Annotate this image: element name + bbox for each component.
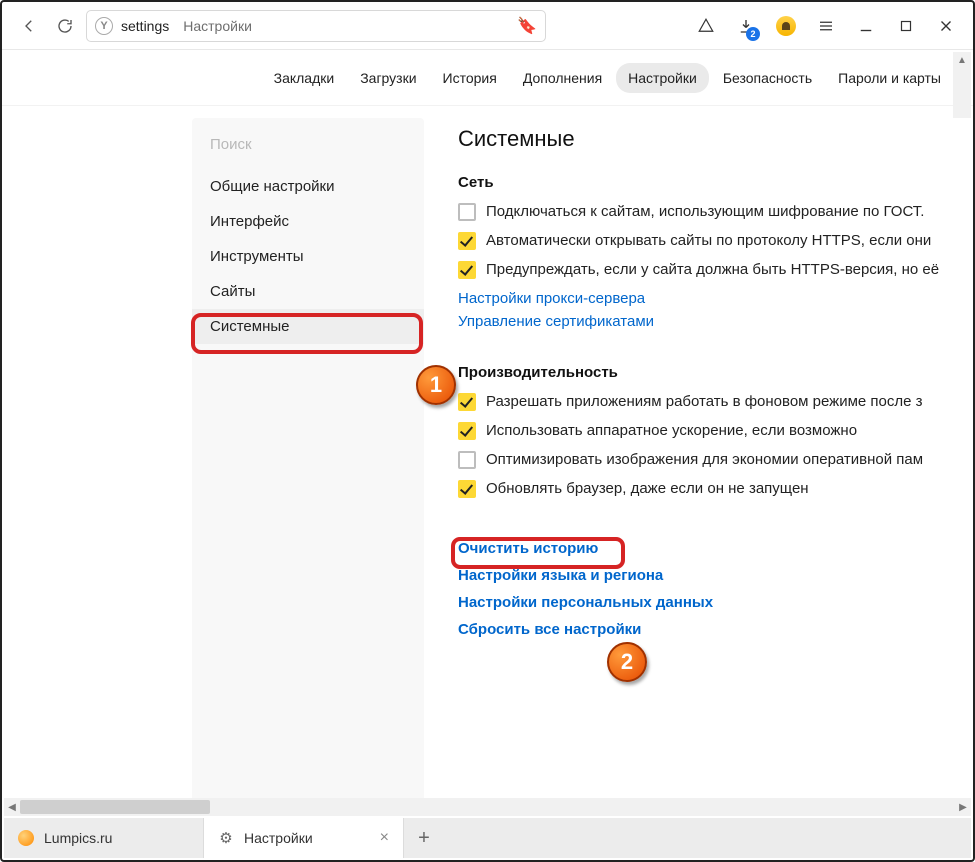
tab-downloads[interactable]: Загрузки bbox=[348, 63, 428, 93]
browser-tabstrip: Lumpics.ru ⚙ Настройки × + bbox=[4, 818, 971, 858]
checkbox-icon[interactable] bbox=[458, 422, 476, 440]
section-network-heading: Сеть bbox=[458, 174, 969, 191]
page-title: Системные bbox=[458, 126, 969, 152]
sidebar-item-general[interactable]: Общие настройки bbox=[192, 169, 424, 204]
opt-label: Оптимизировать изображения для экономии … bbox=[486, 451, 923, 468]
opt-label: Предупреждать, если у сайта должна быть … bbox=[486, 261, 939, 278]
tab-title: Настройки bbox=[244, 830, 313, 846]
browser-tab-lumpics[interactable]: Lumpics.ru bbox=[4, 818, 204, 858]
reload-button[interactable] bbox=[50, 11, 80, 41]
horizontal-scrollbar[interactable]: ◀ ▶ bbox=[4, 798, 971, 816]
checkbox-icon[interactable] bbox=[458, 232, 476, 250]
settings-sidebar: Поиск Общие настройки Интерфейс Инструме… bbox=[192, 118, 424, 814]
opt-https-warn[interactable]: Предупреждать, если у сайта должна быть … bbox=[458, 261, 969, 279]
scroll-right-icon[interactable]: ▶ bbox=[955, 798, 971, 816]
bookmark-icon[interactable]: 🔖 bbox=[517, 16, 537, 36]
sidebar-item-sites[interactable]: Сайты bbox=[192, 274, 424, 309]
opt-label: Разрешать приложениям работать в фоновом… bbox=[486, 393, 923, 410]
opt-label: Обновлять браузер, даже если он не запущ… bbox=[486, 480, 809, 497]
window-close[interactable] bbox=[929, 11, 963, 41]
scroll-left-icon[interactable]: ◀ bbox=[4, 798, 20, 816]
opt-label: Подключаться к сайтам, использующим шифр… bbox=[486, 203, 924, 220]
settings-content: Системные Сеть Подключаться к сайтам, ис… bbox=[440, 118, 973, 814]
profile-avatar[interactable] bbox=[769, 11, 803, 41]
tab-addons[interactable]: Дополнения bbox=[511, 63, 614, 93]
yandex-icon: Y bbox=[95, 17, 113, 35]
gear-icon: ⚙ bbox=[218, 830, 234, 846]
downloads-icon[interactable]: 2 bbox=[729, 11, 763, 41]
tab-security[interactable]: Безопасность bbox=[711, 63, 824, 93]
tab-history[interactable]: История bbox=[431, 63, 509, 93]
checkbox-icon[interactable] bbox=[458, 480, 476, 498]
tab-title: Lumpics.ru bbox=[44, 830, 112, 846]
tab-settings[interactable]: Настройки bbox=[616, 63, 709, 93]
scrollbar-thumb[interactable] bbox=[20, 800, 210, 814]
opt-label: Использовать аппаратное ускорение, если … bbox=[486, 422, 857, 439]
favicon-icon bbox=[18, 830, 34, 846]
opt-gost[interactable]: Подключаться к сайтам, использующим шифр… bbox=[458, 203, 969, 221]
address-bar[interactable]: Y settings Настройки 🔖 bbox=[86, 10, 546, 42]
annotation-marker-1: 1 bbox=[416, 365, 456, 405]
section-performance-heading: Производительность bbox=[458, 364, 969, 381]
checkbox-icon[interactable] bbox=[458, 451, 476, 469]
address-url: settings bbox=[121, 18, 169, 34]
annotation-marker-2: 2 bbox=[607, 642, 647, 682]
window-minimize[interactable] bbox=[849, 11, 883, 41]
link-language-region[interactable]: Настройки языка и региона bbox=[458, 567, 969, 584]
settings-tabs: Закладки Загрузки История Дополнения Нас… bbox=[2, 50, 973, 106]
link-reset-settings[interactable]: Сбросить все настройки bbox=[458, 621, 969, 638]
link-proxy-settings[interactable]: Настройки прокси-сервера bbox=[458, 290, 969, 307]
sidebar-item-system[interactable]: Системные bbox=[192, 309, 424, 344]
opt-background-apps[interactable]: Разрешать приложениям работать в фоновом… bbox=[458, 393, 969, 411]
sidebar-item-tools[interactable]: Инструменты bbox=[192, 239, 424, 274]
opt-update-browser[interactable]: Обновлять браузер, даже если он не запущ… bbox=[458, 480, 969, 498]
menu-icon[interactable] bbox=[809, 11, 843, 41]
scroll-up-icon[interactable]: ▲ bbox=[953, 52, 971, 68]
window-maximize[interactable] bbox=[889, 11, 923, 41]
downloads-badge: 2 bbox=[746, 27, 760, 41]
tab-bookmarks[interactable]: Закладки bbox=[262, 63, 347, 93]
action-links: Очистить историю Настройки языка и регио… bbox=[458, 540, 969, 638]
sidebar-item-interface[interactable]: Интерфейс bbox=[192, 204, 424, 239]
sidebar-search[interactable]: Поиск bbox=[192, 128, 424, 169]
link-clear-history[interactable]: Очистить историю bbox=[458, 540, 969, 557]
browser-chrome: Y settings Настройки 🔖 2 bbox=[2, 2, 973, 50]
alice-icon[interactable] bbox=[689, 11, 723, 41]
checkbox-icon[interactable] bbox=[458, 203, 476, 221]
checkbox-icon[interactable] bbox=[458, 261, 476, 279]
opt-https-auto[interactable]: Автоматически открывать сайты по протоко… bbox=[458, 232, 969, 250]
opt-optimize-images[interactable]: Оптимизировать изображения для экономии … bbox=[458, 451, 969, 469]
settings-body: Поиск Общие настройки Интерфейс Инструме… bbox=[2, 106, 973, 814]
link-personal-data[interactable]: Настройки персональных данных bbox=[458, 594, 969, 611]
opt-hw-accel[interactable]: Использовать аппаратное ускорение, если … bbox=[458, 422, 969, 440]
tab-passwords[interactable]: Пароли и карты bbox=[826, 63, 953, 93]
opt-label: Автоматически открывать сайты по протоко… bbox=[486, 232, 931, 249]
address-title: Настройки bbox=[183, 18, 252, 34]
close-icon[interactable]: × bbox=[380, 829, 389, 847]
checkbox-icon[interactable] bbox=[458, 393, 476, 411]
link-cert-management[interactable]: Управление сертификатами bbox=[458, 313, 969, 330]
new-tab-button[interactable]: + bbox=[404, 818, 444, 858]
browser-tab-settings[interactable]: ⚙ Настройки × bbox=[204, 818, 404, 858]
back-button[interactable] bbox=[14, 11, 44, 41]
